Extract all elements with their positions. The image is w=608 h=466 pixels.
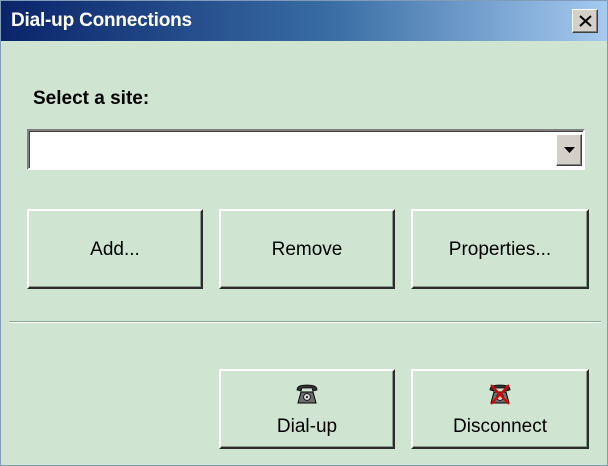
properties-button[interactable]: Properties... (411, 209, 589, 289)
telephone-crossed-icon (489, 384, 511, 405)
properties-button-label: Properties... (448, 239, 552, 260)
site-select-dropdown[interactable] (27, 129, 585, 170)
close-x-icon (579, 15, 592, 27)
add-button[interactable]: Add... (27, 209, 203, 289)
section-divider (9, 321, 601, 323)
window-title: Dial-up Connections (11, 10, 192, 31)
select-site-label: Select a site: (33, 88, 150, 109)
disconnect-button-label: Disconnect (453, 416, 547, 437)
chevron-down-icon (564, 147, 575, 153)
close-button[interactable] (572, 9, 598, 33)
disconnect-button[interactable]: Disconnect (411, 369, 589, 449)
remove-button-label: Remove (271, 239, 343, 260)
dial-up-button-label: Dial-up (276, 416, 338, 437)
telephone-icon (296, 384, 318, 404)
title-bar[interactable]: Dial-up Connections (1, 1, 607, 41)
dropdown-arrow-button[interactable] (556, 134, 582, 166)
remove-button[interactable]: Remove (219, 209, 395, 289)
add-button-label: Add... (90, 239, 140, 260)
dialup-connections-window: Dial-up Connections Select a site: Add..… (0, 0, 608, 466)
dial-up-button[interactable]: Dial-up (219, 369, 395, 449)
